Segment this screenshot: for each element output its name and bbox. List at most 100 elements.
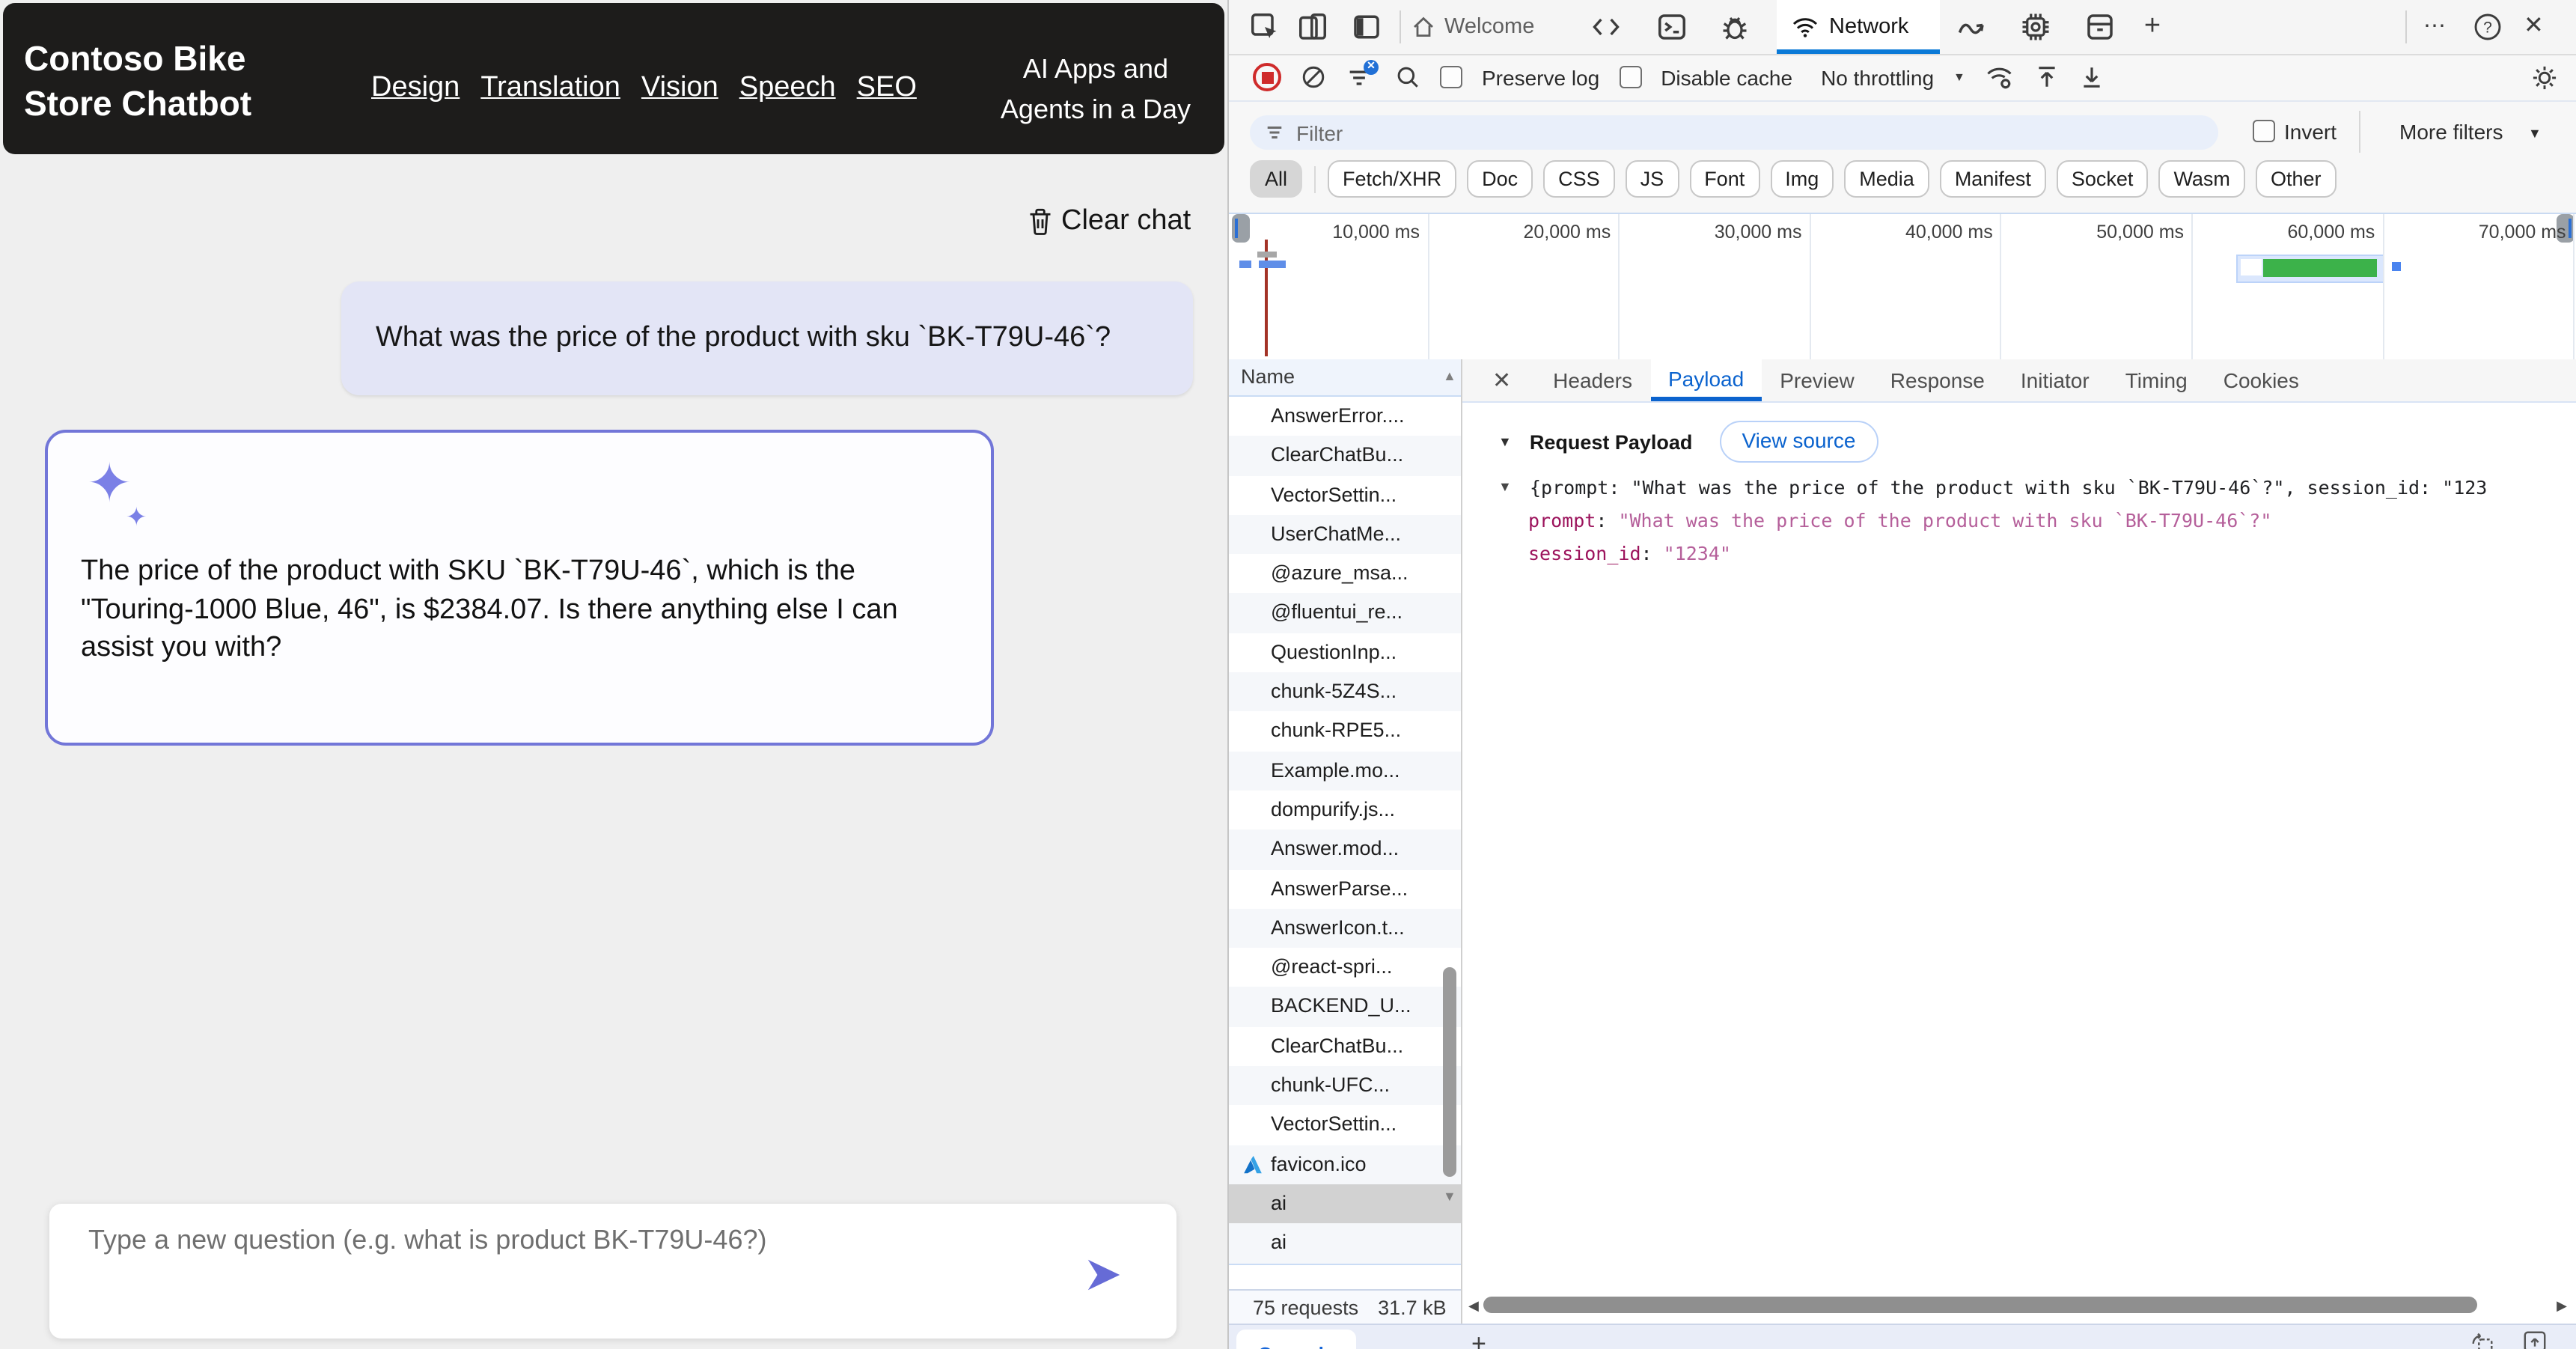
export-har-icon[interactable] bbox=[2079, 64, 2105, 90]
close-detail-icon[interactable]: ✕ bbox=[1492, 367, 1511, 394]
request-row[interactable]: ai bbox=[1229, 1184, 1461, 1224]
send-icon[interactable] bbox=[1085, 1256, 1123, 1294]
request-list-header[interactable]: Name bbox=[1229, 359, 1461, 397]
more-options-icon[interactable]: ⋯ bbox=[2423, 12, 2453, 42]
request-row[interactable]: VectorSettin... bbox=[1229, 475, 1461, 515]
request-row[interactable]: Example.mo... bbox=[1229, 751, 1461, 791]
drawer-expand-icon[interactable] bbox=[2522, 1330, 2548, 1349]
detail-horizontal-scrollbar[interactable]: ◀ ▶ bbox=[1462, 1297, 2576, 1315]
request-row[interactable]: ai bbox=[1229, 1223, 1461, 1264]
scroll-down-icon[interactable]: ▼ bbox=[1443, 1189, 1456, 1204]
filter-chip-js[interactable]: JS bbox=[1625, 160, 1679, 198]
network-overview-timeline[interactable]: 10,000 ms 20,000 ms 30,000 ms 40,000 ms 50,0… bbox=[1229, 213, 2576, 361]
clear-network-log-icon[interactable] bbox=[1301, 64, 1326, 90]
tab-network[interactable]: Network bbox=[1777, 0, 1940, 54]
application-icon[interactable] bbox=[2085, 12, 2115, 42]
request-row[interactable]: chunk-5Z4S... bbox=[1229, 672, 1461, 712]
filter-chip-css[interactable]: CSS bbox=[1543, 160, 1615, 198]
request-row[interactable]: @fluentui_re... bbox=[1229, 593, 1461, 633]
close-devtools-icon[interactable]: ✕ bbox=[2524, 12, 2554, 42]
request-row[interactable]: AnswerParse... bbox=[1229, 869, 1461, 909]
detail-tab-initiator[interactable]: Initiator bbox=[2003, 359, 2108, 401]
h-scrollbar-thumb[interactable] bbox=[1483, 1297, 2477, 1313]
request-row[interactable]: AnswerIcon.t... bbox=[1229, 908, 1461, 948]
nav-link-design[interactable]: Design bbox=[371, 72, 460, 105]
network-settings-gear-icon[interactable] bbox=[2531, 64, 2558, 91]
filter-chip-other[interactable]: Other bbox=[2255, 160, 2337, 198]
device-emulation-icon[interactable] bbox=[1298, 12, 1328, 42]
more-filters-button[interactable]: More filters bbox=[2399, 120, 2503, 144]
waterfall-bar-blue-2[interactable] bbox=[1259, 261, 1286, 268]
detail-tab-response[interactable]: Response bbox=[1873, 359, 2003, 401]
filter-chip-doc[interactable]: Doc bbox=[1467, 160, 1533, 198]
performance-icon[interactable] bbox=[1956, 12, 1986, 42]
sources-bug-icon[interactable] bbox=[1720, 12, 1750, 42]
detail-tab-cookies[interactable]: Cookies bbox=[2206, 359, 2317, 401]
request-row[interactable]: VectorSettin... bbox=[1229, 1106, 1461, 1145]
request-row[interactable]: AnswerError.... bbox=[1229, 397, 1461, 436]
filter-input[interactable]: Filter bbox=[1250, 115, 2218, 150]
request-row[interactable]: @azure_msa... bbox=[1229, 554, 1461, 594]
drawer-move-icon[interactable] bbox=[2470, 1330, 2495, 1349]
network-conditions-icon[interactable] bbox=[1985, 64, 2015, 91]
request-row[interactable]: favicon.ico bbox=[1229, 1145, 1461, 1184]
scroll-right-icon[interactable]: ▶ bbox=[2557, 1298, 2567, 1315]
scroll-left-icon[interactable]: ◀ bbox=[1468, 1298, 1479, 1315]
help-icon[interactable]: ? bbox=[2473, 12, 2503, 42]
clear-chat-button[interactable]: Clear chat bbox=[1027, 205, 1191, 238]
search-icon[interactable] bbox=[1395, 64, 1420, 90]
request-row[interactable]: BACKEND_U... bbox=[1229, 987, 1461, 1027]
filter-chip-wasm[interactable]: Wasm bbox=[2158, 160, 2245, 198]
request-list-scrollbar[interactable]: ▲ ▼ bbox=[1440, 368, 1459, 1264]
more-filters-caret-icon[interactable]: ▼ bbox=[2528, 126, 2542, 141]
filter-chip-img[interactable]: Img bbox=[1770, 160, 1834, 198]
import-har-icon[interactable] bbox=[2034, 64, 2060, 90]
waterfall-bar-gray[interactable] bbox=[1257, 252, 1277, 258]
detail-tab-headers[interactable]: Headers bbox=[1535, 359, 1650, 401]
disable-cache-checkbox[interactable] bbox=[1619, 66, 1642, 88]
inspect-icon[interactable] bbox=[1250, 12, 1280, 42]
console-icon[interactable] bbox=[1657, 12, 1687, 42]
filter-toggle-icon[interactable]: ✕ bbox=[1346, 59, 1379, 91]
memory-icon[interactable] bbox=[2021, 12, 2051, 42]
preserve-log-checkbox[interactable] bbox=[1440, 66, 1462, 88]
filter-chip-socket[interactable]: Socket bbox=[2056, 160, 2149, 198]
nav-link-seo[interactable]: SEO bbox=[857, 72, 917, 105]
panel-layout-icon[interactable] bbox=[1352, 12, 1382, 42]
request-row[interactable]: chunk-RPE5... bbox=[1229, 712, 1461, 752]
filter-chip-all[interactable]: All bbox=[1250, 160, 1303, 198]
invert-checkbox[interactable] bbox=[2253, 120, 2275, 142]
detail-tab-payload[interactable]: Payload bbox=[1650, 359, 1762, 401]
scroll-up-icon[interactable]: ▲ bbox=[1443, 368, 1456, 383]
view-source-button[interactable]: View source bbox=[1719, 421, 1878, 463]
request-row[interactable]: UserChatMe... bbox=[1229, 514, 1461, 555]
detail-tab-preview[interactable]: Preview bbox=[1762, 359, 1873, 401]
tab-welcome[interactable]: Welcome bbox=[1411, 0, 1534, 54]
request-row[interactable]: Answer.mod... bbox=[1229, 829, 1461, 870]
request-row[interactable]: ClearChatBu... bbox=[1229, 1027, 1461, 1067]
request-row[interactable]: QuestionInp... bbox=[1229, 633, 1461, 673]
throttling-caret-icon[interactable]: ▼ bbox=[1953, 70, 1965, 84]
waterfall-bar-blue-1[interactable] bbox=[1239, 261, 1251, 268]
throttling-select[interactable]: No throttling bbox=[1821, 65, 1934, 89]
filter-chip-fetch-xhr[interactable]: Fetch/XHR bbox=[1328, 160, 1457, 198]
selected-request-highlight[interactable] bbox=[2236, 255, 2384, 283]
scrollbar-thumb[interactable] bbox=[1443, 967, 1456, 1177]
request-row[interactable]: dompurify.js... bbox=[1229, 791, 1461, 830]
filter-chip-manifest[interactable]: Manifest bbox=[1939, 160, 2046, 198]
nav-link-vision[interactable]: Vision bbox=[641, 72, 718, 105]
detail-tab-timing[interactable]: Timing bbox=[2108, 359, 2206, 401]
question-input[interactable] bbox=[85, 1216, 1049, 1264]
overview-left-handle[interactable] bbox=[1232, 214, 1250, 243]
request-row[interactable]: @react-spri... bbox=[1229, 948, 1461, 987]
record-stop-button[interactable] bbox=[1253, 63, 1281, 91]
drawer-add-tab-button[interactable]: + bbox=[1471, 1331, 1486, 1349]
request-row[interactable]: chunk-UFC... bbox=[1229, 1066, 1461, 1106]
filter-chip-font[interactable]: Font bbox=[1689, 160, 1760, 198]
request-row[interactable]: ClearChatBu... bbox=[1229, 436, 1461, 476]
more-tabs-button[interactable]: + bbox=[2137, 11, 2167, 42]
request-payload-disclosure-icon[interactable]: ▼ bbox=[1498, 434, 1512, 449]
nav-link-speech[interactable]: Speech bbox=[739, 72, 836, 105]
filter-chip-media[interactable]: Media bbox=[1844, 160, 1929, 198]
drawer-tab-console[interactable]: Console bbox=[1236, 1330, 1356, 1349]
